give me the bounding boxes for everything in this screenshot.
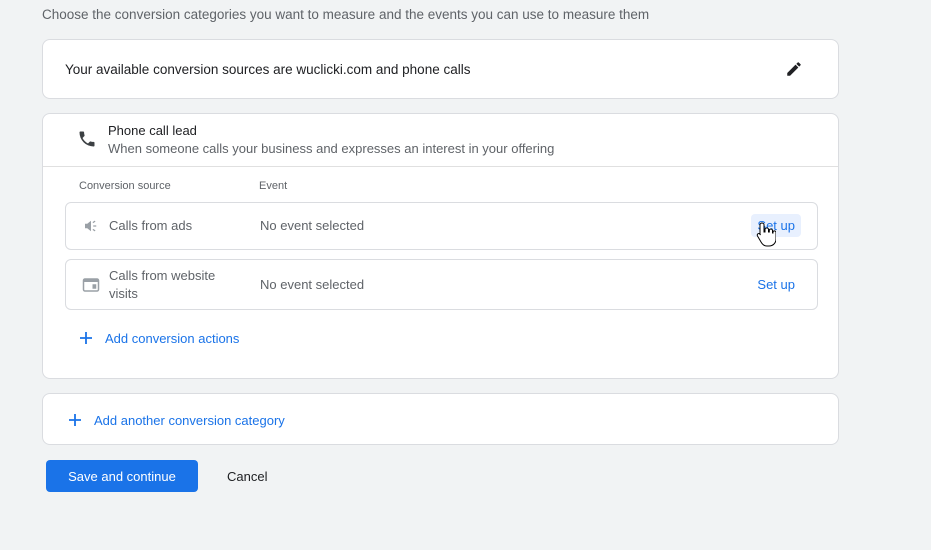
category-title: Phone call lead xyxy=(108,123,197,138)
pencil-icon xyxy=(787,62,801,76)
setup-button[interactable]: Set up xyxy=(751,273,801,296)
web-page-icon xyxy=(82,278,100,292)
column-header-source: Conversion source xyxy=(79,180,171,192)
conversion-sources-text: Your available conversion sources are wu… xyxy=(65,62,471,77)
edit-sources-button[interactable] xyxy=(780,55,808,83)
plus-icon xyxy=(69,414,81,426)
cancel-button[interactable]: Cancel xyxy=(213,460,281,492)
conversion-source-label: Calls from ads xyxy=(109,218,193,233)
page-intro: Choose the conversion categories you wan… xyxy=(42,7,650,22)
category-header: Phone call lead When someone calls your … xyxy=(43,114,838,167)
event-label: No event selected xyxy=(260,277,365,292)
conversion-source-label: Calls from website visits xyxy=(109,268,216,301)
category-description: When someone calls your business and exp… xyxy=(108,141,555,156)
add-conversion-actions-button[interactable]: Add conversion actions xyxy=(77,329,239,347)
add-category-label: Add another conversion category xyxy=(94,412,285,428)
phone-call-lead-card: Phone call lead When someone calls your … xyxy=(42,113,839,379)
table-row: Calls from website visits No event selec… xyxy=(65,259,818,310)
add-category-button[interactable]: Add another conversion category xyxy=(66,411,285,429)
table-row: Calls from ads No event selected Set up xyxy=(65,202,818,250)
megaphone-icon xyxy=(85,220,97,232)
conversion-sources-card: Your available conversion sources are wu… xyxy=(42,39,839,99)
column-header-event: Event xyxy=(259,180,288,192)
phone-icon xyxy=(79,131,95,147)
save-and-continue-button[interactable]: Save and continue xyxy=(46,460,198,492)
plus-icon xyxy=(80,332,92,344)
setup-button[interactable]: Set up xyxy=(751,214,801,237)
add-category-card: Add another conversion category xyxy=(42,393,839,445)
event-label: No event selected xyxy=(260,218,365,233)
add-conversion-actions-label: Add conversion actions xyxy=(105,330,240,346)
